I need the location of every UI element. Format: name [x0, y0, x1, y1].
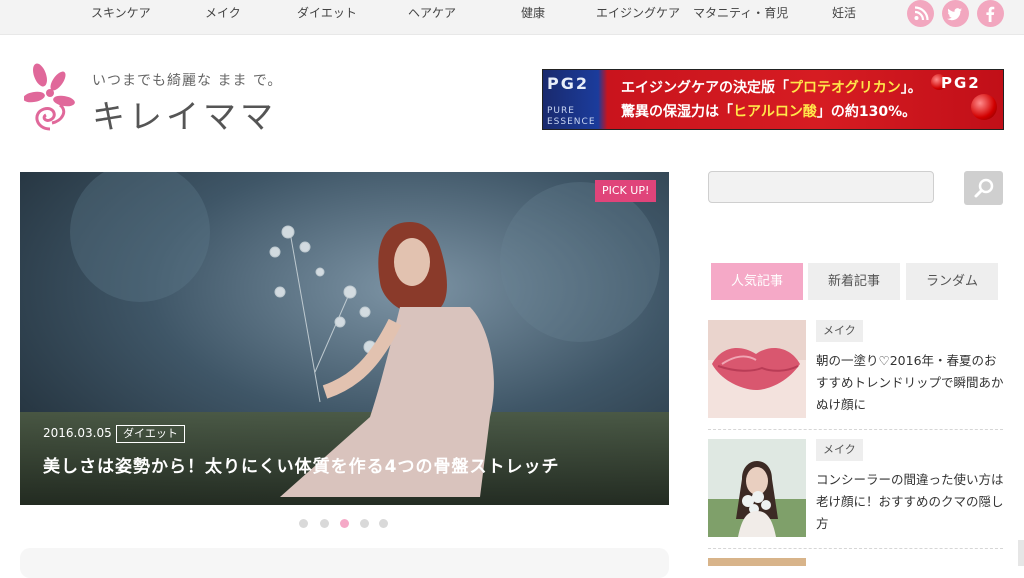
divider	[708, 548, 1003, 549]
top-nav: スキンケア メイク ダイエット ヘアケア 健康 エイジングケア マタニティ・育児…	[0, 0, 1024, 35]
content-card	[20, 548, 669, 578]
hero-title[interactable]: 美しさは姿勢から！太りにくい体質を作る4つの骨盤ストレッチ	[43, 452, 560, 477]
post-category-tag[interactable]: メイク	[816, 439, 863, 461]
post-thumbnail[interactable]	[708, 558, 806, 566]
banner-bubble-icon	[971, 94, 997, 120]
tab-popular[interactable]: 人気記事	[711, 263, 803, 300]
banner-brand-right: PG2	[941, 74, 981, 92]
banner-line-1: エイジングケアの決定版「プロテオグリカン」。	[621, 80, 922, 96]
nav-item-agingcare[interactable]: エイジングケア	[596, 0, 680, 26]
nav-item-skincare[interactable]: スキンケア	[91, 0, 151, 26]
banner-brand-sub: PURE ESSENCE	[547, 106, 596, 127]
nav-item-haircare[interactable]: ヘアケア	[408, 0, 456, 26]
tab-new[interactable]: 新着記事	[808, 263, 900, 300]
logo-flower-icon[interactable]	[23, 63, 78, 137]
slider-dot[interactable]	[320, 519, 329, 528]
site-title[interactable]: キレイママ	[92, 90, 277, 138]
tab-random[interactable]: ランダム	[906, 263, 998, 300]
search-input[interactable]	[708, 171, 934, 203]
search-button[interactable]	[964, 171, 1003, 205]
nav-item-makeup[interactable]: メイク	[205, 0, 241, 26]
twitter-icon[interactable]	[942, 0, 969, 27]
scrollbar[interactable]	[1018, 540, 1024, 566]
nav-item-diet[interactable]: ダイエット	[297, 0, 357, 26]
slider-dot[interactable]	[360, 519, 369, 528]
hero-category-tag[interactable]: ダイエット	[116, 425, 185, 443]
ad-banner[interactable]: PG2 PURE ESSENCE エイジングケアの決定版「プロテオグリカン」。 …	[542, 69, 1004, 130]
banner-line-2: 驚異の保湿力は「ヒアルロン酸」の約130%。	[621, 104, 917, 120]
divider	[708, 429, 1003, 430]
post-title[interactable]: コンシーラーの間違った使い方は老け顔に！おすすめのクマの隠し方	[816, 469, 1006, 535]
pickup-badge: PICK UP!	[595, 180, 657, 202]
post-title[interactable]: 朝の一塗り♡2016年・春夏のおすすめトレンドリップで瞬間あかぬけ顔に	[816, 350, 1006, 416]
nav-item-maternity[interactable]: マタニティ・育児	[693, 0, 788, 26]
hero-date: 2016.03.05	[43, 426, 112, 440]
search-icon	[974, 178, 994, 198]
facebook-icon[interactable]	[977, 0, 1004, 27]
list-item[interactable]: メイク コンシーラーの間違った使い方は老け顔に！おすすめのクマの隠し方	[708, 439, 1006, 539]
slider-dot[interactable]	[379, 519, 388, 528]
post-thumbnail[interactable]	[708, 439, 806, 537]
site-tagline: いつまでも綺麗な まま で。	[92, 73, 283, 89]
slider-dot-active[interactable]	[340, 519, 349, 528]
nav-item-ninkatsu[interactable]: 妊活	[832, 0, 856, 26]
banner-brand: PG2	[547, 74, 589, 93]
post-category-tag[interactable]: メイク	[816, 320, 863, 342]
slider-dot[interactable]	[299, 519, 308, 528]
post-thumbnail[interactable]	[708, 320, 806, 418]
rss-icon[interactable]	[907, 0, 934, 27]
nav-item-health[interactable]: 健康	[521, 0, 545, 26]
list-item[interactable]: メイク 朝の一塗り♡2016年・春夏のおすすめトレンドリップで瞬間あかぬけ顔に	[708, 320, 1006, 420]
